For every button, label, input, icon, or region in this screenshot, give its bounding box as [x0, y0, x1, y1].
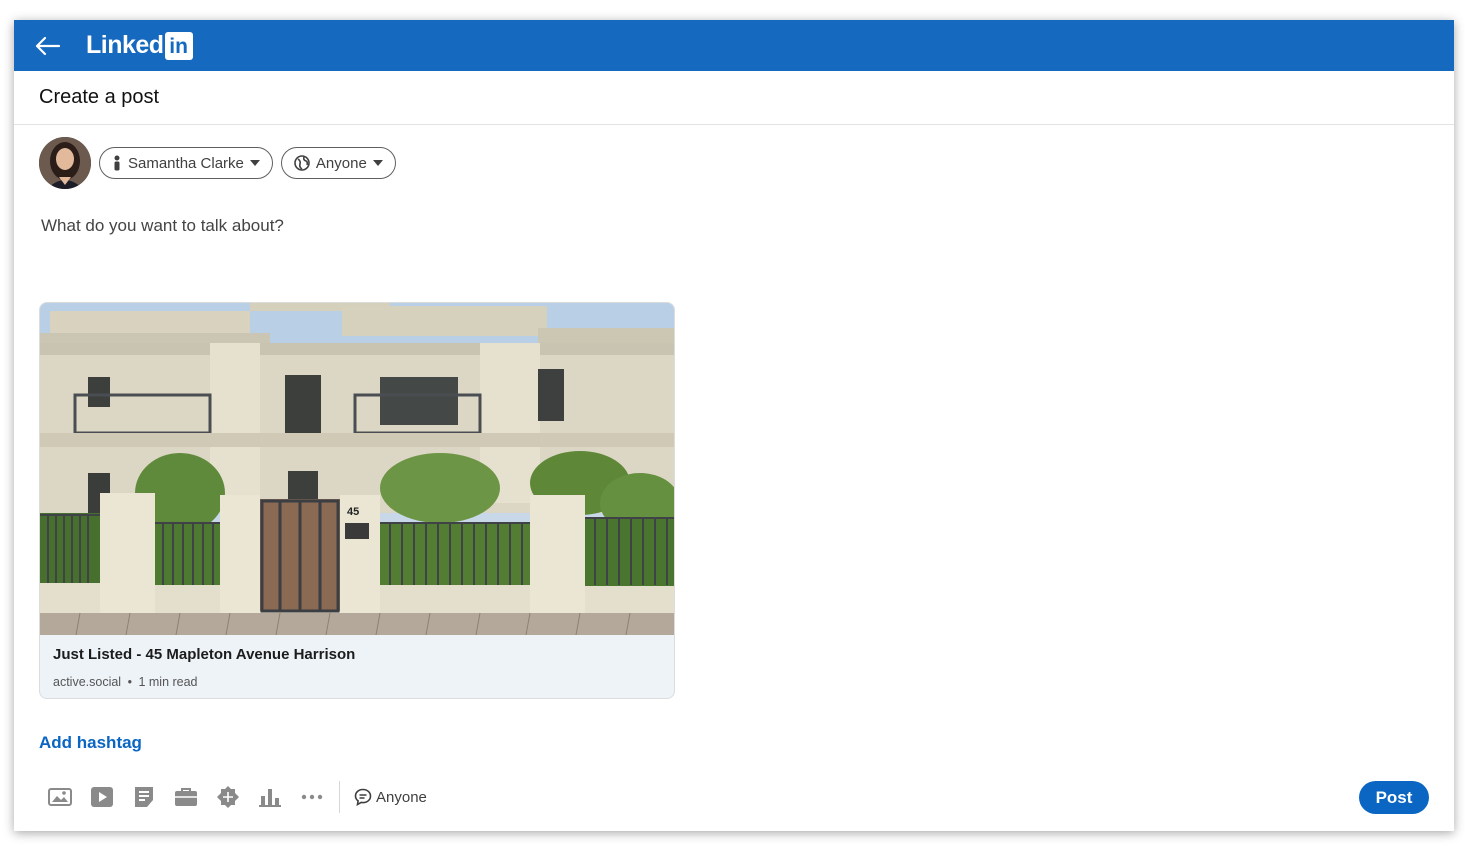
link-read-time: 1 min read	[138, 675, 198, 689]
house-number: 45	[347, 506, 359, 518]
avatar	[39, 137, 91, 189]
top-bar: Linked in	[14, 20, 1454, 71]
back-arrow-icon[interactable]	[34, 32, 62, 60]
post-toolbar: Anyone	[39, 780, 427, 814]
meta-separator: •	[127, 675, 132, 689]
logo-mark-text: in	[169, 35, 188, 58]
document-icon[interactable]	[123, 780, 165, 814]
page-title: Create a post	[14, 71, 1454, 125]
video-icon[interactable]	[81, 780, 123, 814]
post-button[interactable]: Post	[1359, 781, 1429, 814]
create-post-window: Linked in Create a post Samantha Clarke	[14, 20, 1454, 831]
linkedin-logo[interactable]: Linked in	[86, 31, 193, 60]
comment-icon	[354, 788, 372, 806]
logo-text: Linked	[86, 31, 164, 59]
link-title: Just Listed - 45 Mapleton Avenue Harriso…	[53, 646, 356, 663]
link-meta: active.social • 1 min read	[53, 675, 198, 689]
author-selector[interactable]: Samantha Clarke	[99, 147, 273, 179]
add-hashtag-link[interactable]: Add hashtag	[39, 733, 142, 753]
briefcase-icon[interactable]	[165, 780, 207, 814]
photo-icon[interactable]	[39, 780, 81, 814]
author-row: Samantha Clarke Anyone	[39, 137, 396, 189]
comment-setting-label: Anyone	[376, 788, 427, 806]
link-preview-card[interactable]: 45 Just Listed - 45 Mapleton Avenue Harr…	[39, 302, 675, 699]
link-preview-image: 45	[40, 303, 674, 635]
toolbar-divider	[339, 781, 340, 813]
chevron-down-icon	[372, 160, 383, 166]
logo-mark: in	[164, 31, 193, 60]
comment-setting-button[interactable]: Anyone	[354, 788, 427, 806]
post-text-input[interactable]: What do you want to talk about?	[41, 216, 284, 236]
poll-icon[interactable]	[249, 780, 291, 814]
globe-icon	[294, 155, 310, 171]
link-source: active.social	[53, 675, 122, 689]
badge-icon[interactable]	[207, 780, 249, 814]
chevron-down-icon	[249, 160, 260, 166]
audience-label: Anyone	[315, 154, 367, 172]
author-name: Samantha Clarke	[128, 154, 244, 172]
more-icon[interactable]	[291, 780, 333, 814]
audience-selector[interactable]: Anyone	[280, 147, 396, 179]
person-icon	[112, 155, 122, 171]
